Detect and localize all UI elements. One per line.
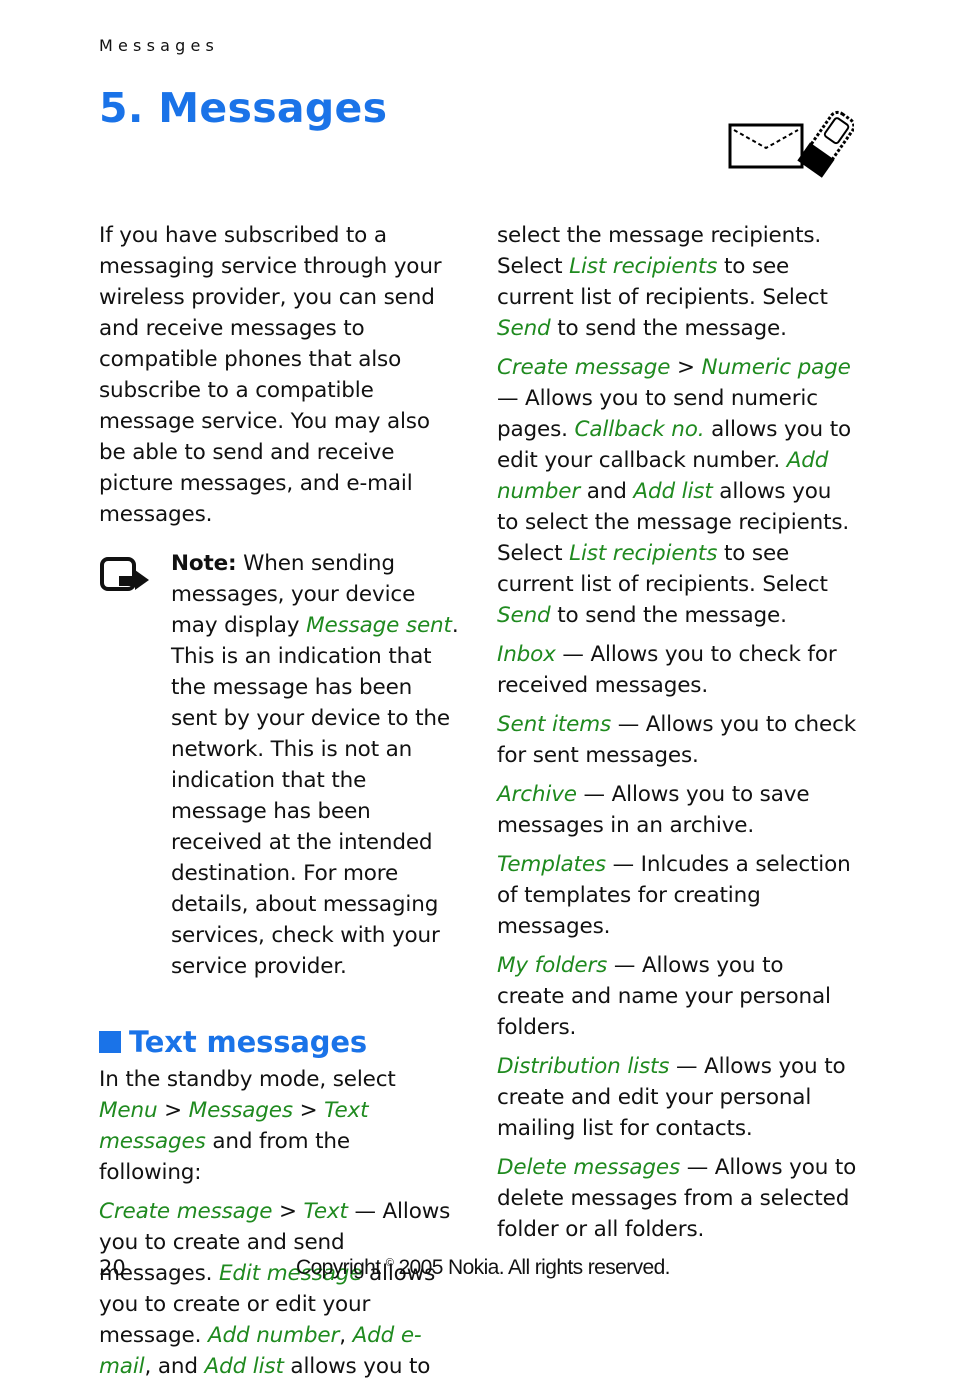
note-block: Note: When sending messages, your device… bbox=[99, 548, 459, 982]
send-term: Send bbox=[497, 316, 551, 341]
messages-term: Messages bbox=[188, 1098, 293, 1123]
note-hand-icon bbox=[100, 557, 149, 591]
menu-items-list: Inbox — Allows you to check for received… bbox=[497, 639, 857, 1245]
section-title: Text messages bbox=[99, 1024, 459, 1060]
list-item-term: Templates bbox=[497, 852, 606, 877]
list-item-term: Sent items bbox=[497, 712, 612, 737]
list-item: Inbox — Allows you to check for received… bbox=[497, 639, 857, 701]
add-list-term: Add list bbox=[204, 1354, 284, 1379]
callback-term: Callback no. bbox=[574, 417, 705, 442]
note-label: Note: bbox=[171, 551, 237, 576]
list-item: Sent items — Allows you to check for sen… bbox=[497, 709, 857, 771]
list-item: My folders — Allows you to create and na… bbox=[497, 950, 857, 1043]
note-text-after: . This is an indication that the message… bbox=[171, 613, 459, 979]
list-item-term: Delete messages bbox=[497, 1155, 681, 1180]
copyright: Copyright © 2005 Nokia. All rights reser… bbox=[296, 1256, 671, 1279]
intro-paragraph: If you have subscribed to a messaging se… bbox=[99, 223, 442, 527]
create-numeric-item: Create message > Numeric page — Allows y… bbox=[497, 355, 851, 628]
list-item: Distribution lists — Allows you to creat… bbox=[497, 1051, 857, 1144]
left-column: If you have subscribed to a messaging se… bbox=[99, 220, 459, 1390]
envelope-phone-icon bbox=[728, 110, 854, 178]
section-title-text: Text messages bbox=[129, 1025, 367, 1059]
list-item: Delete messages — Allows you to delete m… bbox=[497, 1152, 857, 1245]
create-text-item-continued: select the message recipients. Select Li… bbox=[497, 223, 828, 341]
list-item-term: Distribution lists bbox=[497, 1054, 670, 1079]
menu-term: Menu bbox=[99, 1098, 158, 1123]
list-item-term: Inbox bbox=[497, 642, 556, 667]
section-bullet-icon bbox=[99, 1031, 121, 1053]
list-item: Templates — Inlcudes a selection of temp… bbox=[497, 849, 857, 942]
list-item-term: My folders bbox=[497, 953, 608, 978]
note-highlight: Message sent bbox=[306, 613, 452, 638]
numeric-page-term: Numeric page bbox=[701, 355, 851, 380]
running-header: Messages bbox=[99, 36, 220, 55]
create-message-term: Create message bbox=[99, 1199, 273, 1224]
create-text-item: Create message > Text — Allows you to cr… bbox=[99, 1199, 451, 1379]
list-item: Archive — Allows you to save messages in… bbox=[497, 779, 857, 841]
text-term: Text bbox=[303, 1199, 348, 1224]
section-intro: In the standby mode, select Menu > Messa… bbox=[99, 1067, 396, 1185]
list-recipients-term: List recipients bbox=[569, 254, 718, 279]
chapter-title: 5. Messages bbox=[99, 84, 388, 132]
list-item-term: Archive bbox=[497, 782, 577, 807]
add-number-term: Add number bbox=[207, 1323, 340, 1348]
page-number: 20 bbox=[99, 1256, 126, 1280]
right-column: select the message recipients. Select Li… bbox=[497, 220, 857, 1253]
